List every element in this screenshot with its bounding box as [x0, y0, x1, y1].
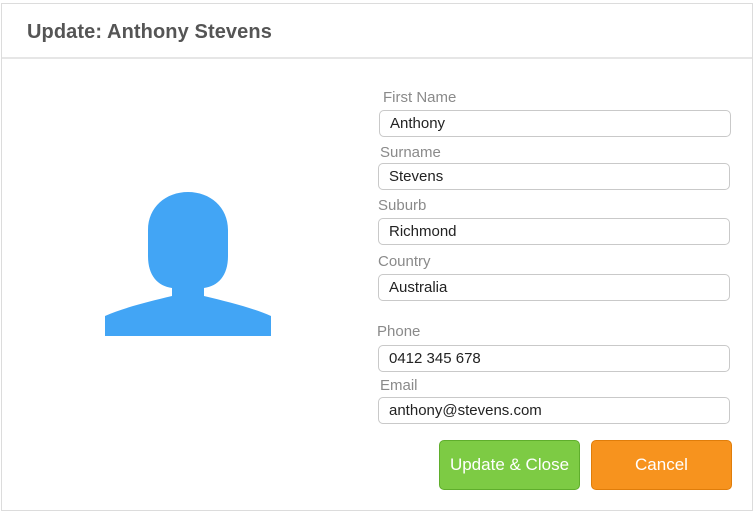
email-input[interactable]: [378, 397, 730, 424]
email-label: Email: [380, 377, 418, 394]
surname-label: Surname: [380, 144, 441, 161]
first-name-label: First Name: [383, 89, 457, 106]
suburb-label: Suburb: [378, 197, 427, 214]
cancel-button[interactable]: Cancel: [591, 440, 732, 490]
update-and-close-button[interactable]: Update & Close: [439, 440, 580, 490]
person-silhouette-icon: [105, 192, 271, 336]
phone-input[interactable]: [378, 345, 730, 372]
first-name-input[interactable]: [379, 110, 731, 137]
dialog-title: Update: Anthony Stevens: [27, 21, 272, 43]
country-input[interactable]: [378, 274, 730, 301]
dialog-header: Update: Anthony Stevens: [2, 4, 752, 59]
surname-input[interactable]: [378, 163, 730, 190]
suburb-input[interactable]: [378, 218, 730, 245]
phone-label: Phone: [377, 323, 421, 340]
update-contact-dialog: Update: Anthony Stevens First Name Surna…: [1, 3, 753, 511]
country-label: Country: [378, 253, 431, 270]
